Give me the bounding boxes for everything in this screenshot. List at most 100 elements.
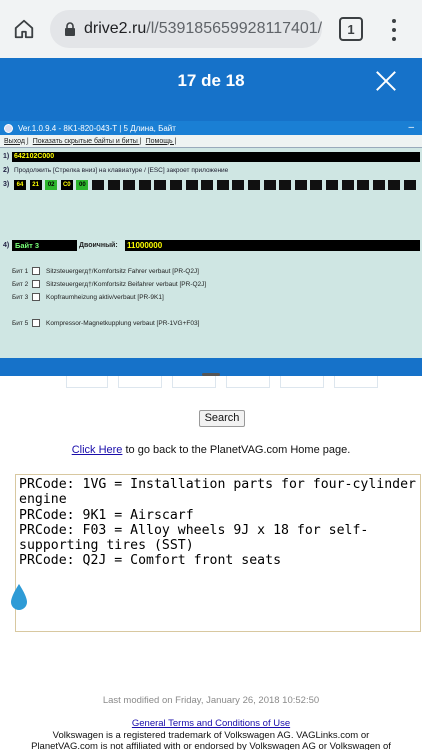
vcds-title-bar: Ver.1.0.9.4 - 8K1-820-043-T | 5 Длина, Б… bbox=[0, 121, 422, 135]
empty-byte-cell[interactable] bbox=[154, 180, 167, 190]
prcode-textarea[interactable]: PRCode: 1VG = Installation parts for fou… bbox=[15, 474, 421, 632]
bit-description: Kompressor-Magnetkupplung verbaut [PR-1V… bbox=[46, 319, 200, 327]
bit-label: Бит 1 bbox=[12, 267, 29, 275]
home-button[interactable] bbox=[0, 0, 48, 58]
empty-byte-cell[interactable] bbox=[263, 180, 276, 190]
url-path: /l/539185659928117401/ bbox=[146, 20, 322, 37]
empty-byte-cell[interactable] bbox=[341, 180, 354, 190]
empty-byte-cell[interactable] bbox=[279, 180, 292, 190]
bit-description: Sitzsteuergerд†/Komfortsitz Fahrer verba… bbox=[46, 267, 199, 275]
empty-byte-cell[interactable] bbox=[232, 180, 245, 190]
partial-box bbox=[226, 376, 270, 388]
vcds-row-3: 3) 64 21 02 C0 00 bbox=[0, 179, 422, 191]
url-text: drive2.ru/l/539185659928117401/ bbox=[84, 20, 322, 38]
row-number: 1) bbox=[3, 153, 10, 160]
empty-byte-cell[interactable] bbox=[404, 180, 416, 190]
partial-box bbox=[172, 376, 216, 388]
bit-checkbox[interactable] bbox=[32, 293, 40, 301]
menu-item-exit[interactable]: Выход | bbox=[4, 138, 29, 145]
trademark-line-1: Volkswagen is a registered trademark of … bbox=[52, 730, 370, 741]
dot-icon bbox=[392, 28, 396, 32]
empty-byte-cell[interactable] bbox=[123, 180, 136, 190]
row-number: 3) bbox=[3, 181, 10, 188]
byte-cell[interactable]: 00 bbox=[76, 180, 89, 190]
menu-item-show-hidden[interactable]: Показать скрытые байты и биты | bbox=[33, 138, 142, 145]
dot-icon bbox=[392, 19, 396, 23]
close-icon[interactable] bbox=[375, 70, 397, 92]
prcode-text: PRCode: 1VG = Installation parts for fou… bbox=[19, 477, 416, 569]
vcds-window: Ver.1.0.9.4 - 8K1-820-043-T | 5 Длина, Б… bbox=[0, 121, 422, 358]
address-bar[interactable]: drive2.ru/l/539185659928117401/ bbox=[50, 10, 322, 48]
byte-cell[interactable]: C0 bbox=[60, 180, 73, 190]
bit-label: Бит 5 bbox=[12, 319, 29, 327]
empty-byte-cell[interactable] bbox=[357, 180, 370, 190]
byte-grid: 64 21 02 C0 00 bbox=[14, 180, 420, 190]
byte-cell[interactable]: 64 bbox=[14, 180, 26, 190]
bit-checkbox[interactable] bbox=[32, 280, 40, 288]
row-number: 4) bbox=[3, 242, 10, 249]
empty-byte-cell[interactable] bbox=[216, 180, 229, 190]
vcds-menu-bar: Выход | Показать скрытые байты и биты | … bbox=[0, 135, 422, 148]
bit-description: Sitzsteuergerд†/Komfortsitz Beifahrer ve… bbox=[46, 280, 207, 288]
vcds-row-4: 4) Байт 3 Двоичный: 11000000 bbox=[0, 239, 422, 253]
bit-label: Бит 3 bbox=[12, 293, 29, 301]
terms-link-line: General Terms and Conditions of Use bbox=[0, 718, 422, 729]
bit-label: Бит 2 bbox=[12, 280, 29, 288]
menu-item-help[interactable]: Помощь | bbox=[146, 138, 177, 145]
byte-cell[interactable]: 02 bbox=[45, 180, 58, 190]
binary-value-field: 11000000 bbox=[125, 240, 420, 251]
click-here-link[interactable]: Click Here bbox=[72, 444, 123, 456]
empty-byte-cell[interactable] bbox=[138, 180, 151, 190]
bit-checkbox[interactable] bbox=[32, 319, 40, 327]
coding-value-field[interactable]: 642102C000 bbox=[12, 152, 420, 162]
vcds-row-2: 2) Продолжить [Стрелка вниз] на клавиату… bbox=[0, 167, 422, 177]
empty-byte-cell[interactable] bbox=[310, 180, 323, 190]
bit-row: Бит 2 Sitzsteuergerд†/Komfortsitz Beifah… bbox=[12, 280, 206, 288]
byte-cell[interactable]: 21 bbox=[29, 180, 42, 190]
screen: drive2.ru/l/539185659928117401/ 1 17 de … bbox=[0, 0, 422, 750]
lock-icon bbox=[65, 21, 75, 36]
partial-box bbox=[280, 376, 324, 388]
trademark-notice: Volkswagen is a registered trademark of … bbox=[0, 730, 422, 750]
home-icon bbox=[14, 19, 34, 39]
bit-row: Бит 1 Sitzsteuergerд†/Komfortsitz Fahrer… bbox=[12, 267, 199, 275]
bit-description: Kopfraumheizung aktiv/verbaut [PR-9K1] bbox=[46, 293, 164, 301]
empty-byte-cell[interactable] bbox=[201, 180, 214, 190]
empty-byte-cell[interactable] bbox=[372, 180, 385, 190]
scroll-handle-drop-icon[interactable] bbox=[9, 583, 29, 611]
partial-box bbox=[118, 376, 162, 388]
terms-link[interactable]: General Terms and Conditions of Use bbox=[132, 718, 290, 729]
empty-byte-cell[interactable] bbox=[170, 180, 182, 190]
partial-box bbox=[66, 376, 108, 388]
empty-byte-cell[interactable] bbox=[92, 180, 104, 190]
url-host: drive2.ru bbox=[84, 20, 147, 37]
empty-byte-cell[interactable] bbox=[388, 180, 401, 190]
empty-byte-cell[interactable] bbox=[326, 180, 338, 190]
search-button[interactable]: Search bbox=[199, 410, 245, 427]
web-page: Search Click Here to go back to the Plan… bbox=[0, 376, 422, 750]
binary-label: Двоичный: bbox=[79, 242, 118, 249]
tab-switcher-button[interactable]: 1 bbox=[339, 17, 363, 41]
app-icon bbox=[4, 123, 13, 133]
empty-byte-cell[interactable] bbox=[248, 180, 260, 190]
image-counter: 17 de 18 bbox=[177, 71, 245, 90]
bit-row: Бит 5 Kompressor-Magnetkupplung verbaut … bbox=[12, 319, 199, 327]
browser-menu-button[interactable] bbox=[384, 16, 404, 44]
minimize-icon[interactable]: – bbox=[408, 122, 414, 133]
row-number: 2) bbox=[3, 167, 10, 174]
vcds-title: Ver.1.0.9.4 - 8K1-820-043-T | 5 Длина, Б… bbox=[18, 123, 176, 133]
home-link-text: to go back to the PlanetVAG.com Home pag… bbox=[122, 444, 351, 456]
instruction-text: Продолжить [Стрелка вниз] на клавиатуре … bbox=[14, 167, 229, 174]
image-viewer: 17 de 18 Ver.1.0.9.4 - 8K1-820-043-T | 5… bbox=[0, 58, 422, 376]
vcds-row-1: 1) 642102C000 bbox=[0, 151, 422, 163]
bit-checkbox[interactable] bbox=[32, 267, 40, 275]
empty-byte-cell[interactable] bbox=[185, 180, 198, 190]
empty-byte-cell[interactable] bbox=[294, 180, 307, 190]
last-modified: Last modified on Friday, January 26, 201… bbox=[102, 695, 320, 706]
browser-toolbar: drive2.ru/l/539185659928117401/ 1 bbox=[0, 0, 422, 58]
bit-row: Бит 3 Kopfraumheizung aktiv/verbaut [PR-… bbox=[12, 293, 164, 301]
dot-icon bbox=[392, 37, 396, 41]
byte-selector[interactable]: Байт 3 bbox=[12, 240, 77, 251]
empty-byte-cell[interactable] bbox=[107, 180, 120, 190]
trademark-line-2: PlanetVAG.com is not affiliated with or … bbox=[31, 741, 391, 750]
